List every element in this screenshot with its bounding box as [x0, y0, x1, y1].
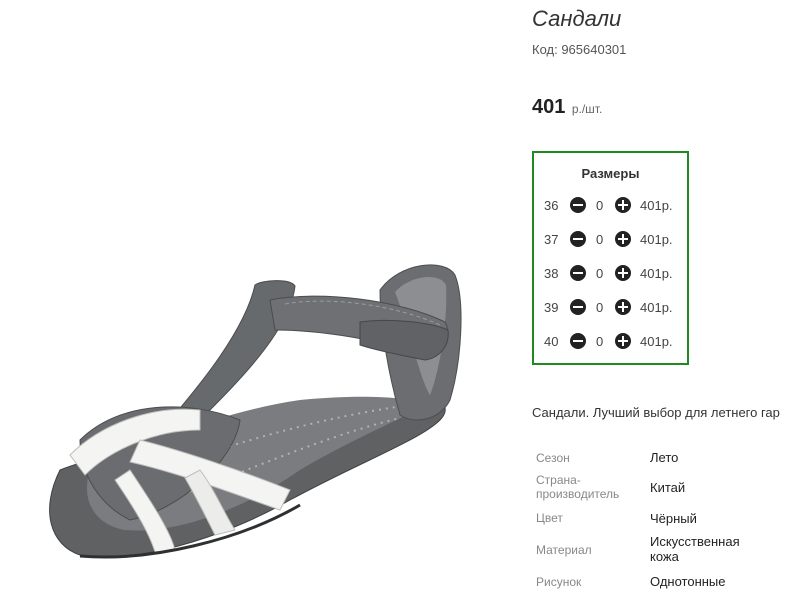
size-label: 39: [544, 300, 559, 315]
attribute-value: Лето: [650, 450, 679, 465]
size-quantity: 0: [596, 198, 604, 213]
sizes-heading: Размеры: [581, 166, 640, 181]
price-amount: 401: [532, 96, 566, 118]
attribute-label: Рисунок: [536, 575, 582, 589]
size-quantity: 0: [596, 300, 604, 315]
minus-circle-icon[interactable]: [570, 333, 586, 349]
attribute-label: Сезон: [536, 451, 570, 465]
product-description: Сандали. Лучший выбор для летнего гар: [532, 405, 780, 420]
size-quantity: 0: [596, 334, 604, 349]
size-price: 401р.: [640, 198, 673, 213]
size-price: 401р.: [640, 232, 673, 247]
attribute-value: Чёрный: [650, 511, 697, 526]
sizes-panel: Размеры 36 0 401р. 37 0 401р. 38 0 401р.…: [532, 151, 689, 365]
size-row-39: 39 0 401р.: [534, 298, 687, 318]
size-row-36: 36 0 401р.: [534, 196, 687, 216]
plus-circle-icon[interactable]: [615, 231, 631, 247]
size-quantity: 0: [596, 266, 604, 281]
minus-circle-icon[interactable]: [570, 299, 586, 315]
size-label: 36: [544, 198, 559, 213]
minus-circle-icon[interactable]: [570, 197, 586, 213]
size-row-40: 40 0 401р.: [534, 332, 687, 352]
size-price: 401р.: [640, 300, 673, 315]
product-code: Код: 965640301: [532, 42, 627, 57]
size-price: 401р.: [640, 266, 673, 281]
attribute-value: Однотонные: [650, 574, 726, 589]
plus-circle-icon[interactable]: [615, 333, 631, 349]
attribute-value: Китай: [650, 480, 686, 495]
attribute-label: Цвет: [536, 511, 563, 525]
size-label: 37: [544, 232, 559, 247]
product-price: 401 р./шт.: [532, 96, 602, 119]
size-label: 38: [544, 266, 559, 281]
size-row-38: 38 0 401р.: [534, 264, 687, 284]
product-page: Сандали Код: 965640301 401 р./шт. Размер…: [0, 0, 804, 599]
minus-circle-icon[interactable]: [570, 231, 586, 247]
attribute-value: Искусственная кожа: [650, 534, 740, 564]
attribute-label: Материал: [536, 543, 592, 557]
price-unit: р./шт.: [571, 102, 603, 116]
size-row-37: 37 0 401р.: [534, 230, 687, 250]
product-title: Сандали: [532, 6, 622, 31]
attribute-label: Страна- производитель: [536, 473, 620, 501]
minus-circle-icon[interactable]: [570, 265, 586, 281]
product-image: [49, 264, 462, 559]
size-label: 40: [544, 334, 559, 349]
plus-circle-icon[interactable]: [615, 197, 631, 213]
size-quantity: 0: [596, 232, 604, 247]
size-price: 401р.: [640, 334, 673, 349]
plus-circle-icon[interactable]: [615, 265, 631, 281]
plus-circle-icon[interactable]: [615, 299, 631, 315]
